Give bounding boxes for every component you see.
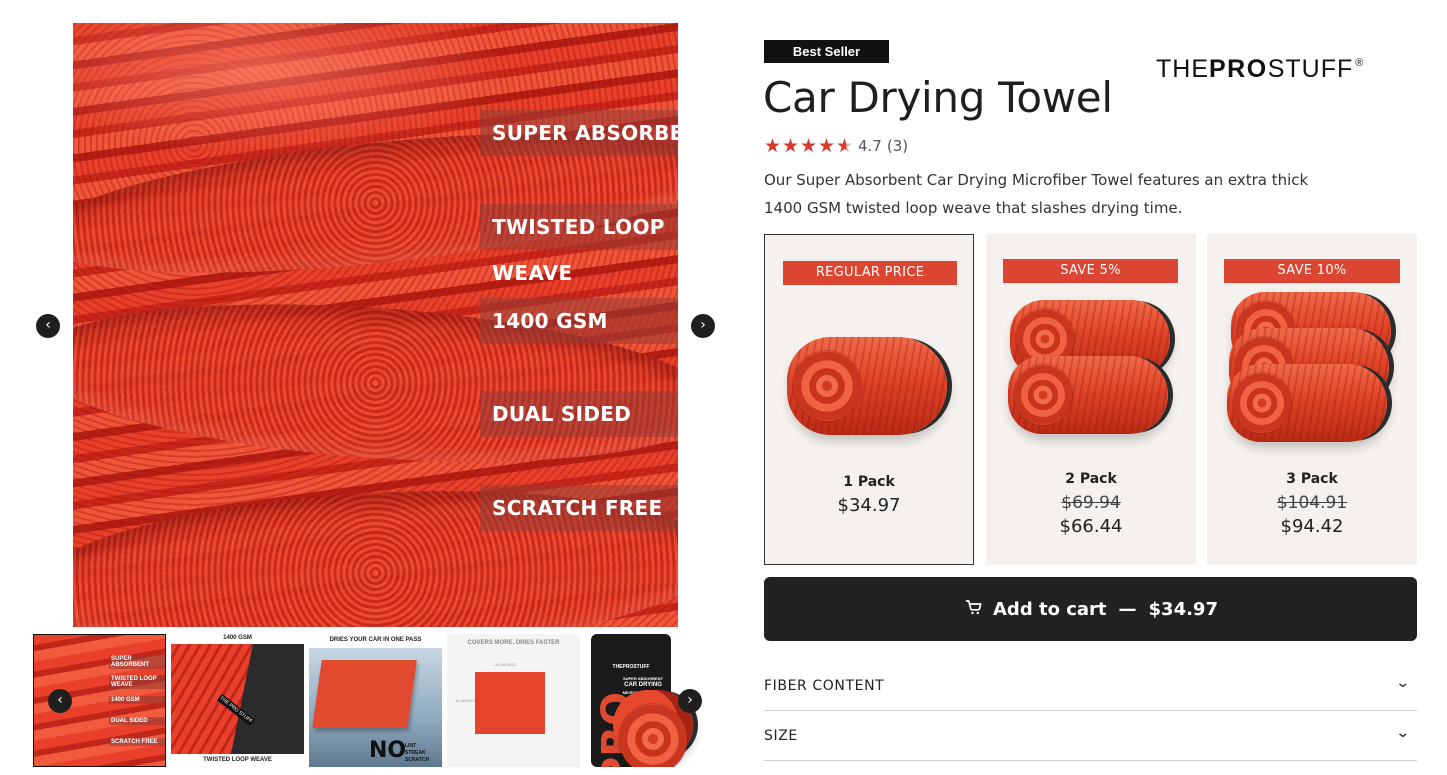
thumb-feature-label: SUPER ABSORBENT <box>109 655 165 669</box>
accordion-label: SIZE <box>764 728 798 744</box>
chevron-left-icon: ‹ <box>57 692 63 708</box>
thumbnail-strip: SUPER ABSORBENT TWISTED LOOP WEAVE 1400 … <box>33 634 718 767</box>
gallery-next-button[interactable]: › <box>691 314 715 338</box>
feature-label: SUPER ABSORBENT <box>480 110 678 156</box>
thumb-caption: 1400 GSM <box>223 635 252 641</box>
review-count: (3) <box>886 137 909 155</box>
add-to-cart-label: Add to cart <box>993 598 1107 620</box>
package-brand: THEPROSTUFF <box>612 664 650 670</box>
pack-banner: REGULAR PRICE <box>783 261 957 285</box>
feature-label: SCRATCH FREE <box>480 485 678 531</box>
chevron-right-icon: › <box>700 317 706 333</box>
thumb-small-text: SCRATCH <box>405 757 430 763</box>
brand-logo: THEPROSTUFF ® <box>1156 55 1365 83</box>
main-product-image: SUPER ABSORBENT TWISTED LOOP WEAVE 1400 … <box>73 23 678 627</box>
chevron-down-icon: ⌄ <box>1395 675 1411 691</box>
thumb-feature-label: DUAL SIDED <box>109 717 165 725</box>
add-to-cart-price: $34.97 <box>1148 598 1218 620</box>
star-icon: ★ <box>800 135 818 157</box>
package-text: CAR DRYING <box>624 682 662 688</box>
pack-selector: REGULAR PRICE 1 Pack $34.97 SAVE 5% 2 Pa… <box>764 234 1417 565</box>
pack-option-2[interactable]: SAVE 5% 2 Pack $69.94 $66.44 <box>986 234 1196 565</box>
product-description: Our Super Absorbent Car Drying Microfibe… <box>764 171 1309 217</box>
thumbnail-3[interactable]: DRIES YOUR CAR IN ONE PASS NO LINT STREA… <box>309 634 442 767</box>
best-seller-badge: Best Seller <box>764 40 889 63</box>
towel-roll-image <box>1227 364 1387 442</box>
feature-label: DUAL SIDED <box>480 391 678 437</box>
thumbs-prev-button[interactable]: ‹ <box>48 689 72 713</box>
chevron-left-icon: ‹ <box>45 317 51 333</box>
towel-image <box>312 660 417 728</box>
dimension-label: 16 INCHES <box>455 698 476 703</box>
rating-value: 4.7 <box>858 137 882 155</box>
accordion-label: FIBER CONTENT <box>764 678 885 694</box>
product-title: Car Drying Towel <box>763 73 1113 122</box>
star-icon: ★ <box>764 135 782 157</box>
towel-roll-image <box>787 337 947 435</box>
feature-label: 1400 GSM <box>480 298 678 344</box>
add-to-cart-button[interactable]: Add to cart — $34.97 <box>764 577 1417 641</box>
thumbs-next-button[interactable]: › <box>678 689 702 713</box>
pack-old-price: $69.94 <box>1061 493 1121 513</box>
thumbnail-4[interactable]: COVERS MORE, DRIES FASTER 24 INCHES 16 I… <box>447 634 580 767</box>
chevron-down-icon: ⌄ <box>1395 725 1411 741</box>
towel-roll-image <box>1008 356 1168 434</box>
accordion-fiber-content[interactable]: FIBER CONTENT ⌄ <box>764 661 1417 711</box>
pack-old-price: $104.91 <box>1276 493 1348 513</box>
rating[interactable]: ★ ★ ★ ★ ★ 4.7 (3) <box>764 136 908 156</box>
pack-price: $34.97 <box>837 495 901 516</box>
pack-price: $66.44 <box>1059 516 1123 537</box>
thumb-no-text: NO <box>369 738 407 763</box>
star-half-icon: ★ <box>836 135 854 157</box>
thumb-caption: TWISTED LOOP WEAVE <box>203 757 272 763</box>
thumb-caption: COVERS MORE, DRIES FASTER <box>467 640 560 646</box>
pack-name: 3 Pack <box>1286 471 1338 487</box>
accordion-size[interactable]: SIZE ⌄ <box>764 711 1417 761</box>
pack-name: 1 Pack <box>843 474 895 490</box>
towel-image <box>475 672 545 734</box>
thumb-feature-label: 1400 GSM <box>109 696 165 704</box>
dimension-label: 24 INCHES <box>495 662 516 667</box>
pack-price: $94.42 <box>1280 516 1344 537</box>
pack-option-1[interactable]: REGULAR PRICE 1 Pack $34.97 <box>764 234 974 565</box>
chevron-right-icon: › <box>687 692 693 708</box>
thumb-caption: DRIES YOUR CAR IN ONE PASS <box>329 637 422 643</box>
thumb-small-text: STREAK <box>405 750 426 756</box>
feature-label: TWISTED LOOP WEAVE <box>480 204 678 285</box>
pack-name: 2 Pack <box>1065 471 1117 487</box>
pack-option-3[interactable]: SAVE 10% 3 Pack $104.91 $94.42 <box>1207 234 1417 565</box>
pack-banner: SAVE 10% <box>1224 259 1400 283</box>
thumb-small-text: LINT <box>405 743 417 749</box>
package-text: SUPER ABSORBENT <box>622 676 664 681</box>
star-icon: ★ <box>818 135 836 157</box>
thumb-feature-label: SCRATCH FREE <box>109 738 165 746</box>
cart-separator: — <box>1118 598 1137 620</box>
star-icon: ★ <box>782 135 800 157</box>
cart-icon <box>963 598 985 621</box>
thumb-feature-label: TWISTED LOOP WEAVE <box>109 675 165 689</box>
thumbnail-2[interactable]: 1400 GSM THE PRO STUFF TWISTED LOOP WEAV… <box>171 634 304 767</box>
gallery-prev-button[interactable]: ‹ <box>36 314 60 338</box>
pack-banner: SAVE 5% <box>1003 259 1178 283</box>
